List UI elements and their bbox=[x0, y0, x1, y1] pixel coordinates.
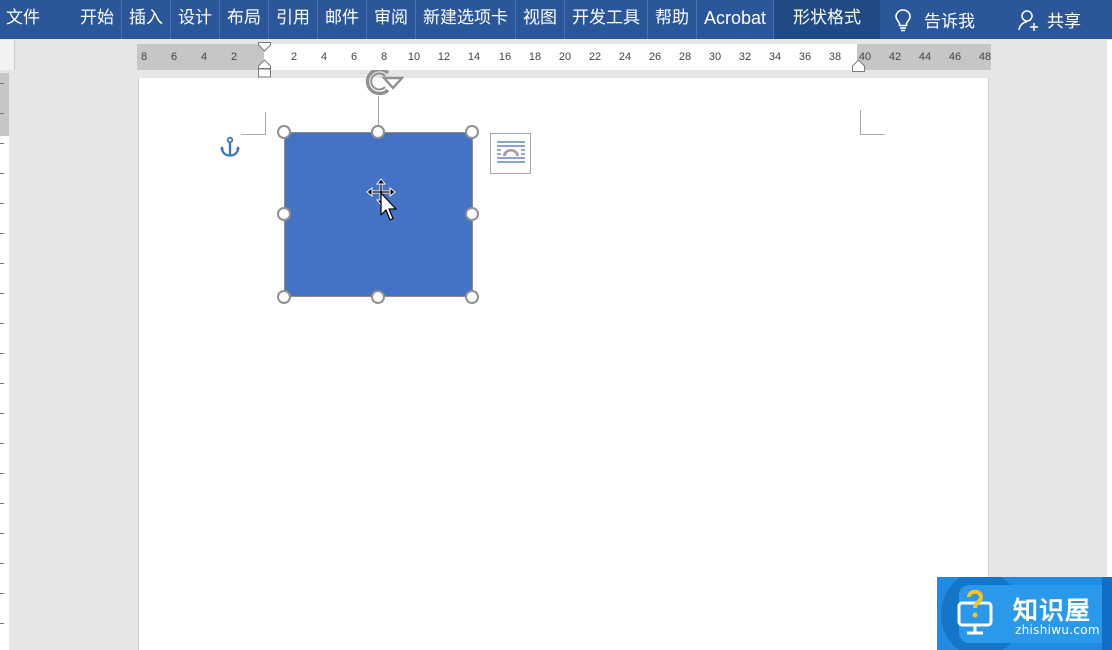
watermark-title: 知识屋 bbox=[1013, 596, 1092, 625]
share-button[interactable]: 共享 bbox=[1017, 0, 1081, 39]
ruler-tick: 26 bbox=[648, 51, 662, 63]
tab-references[interactable]: 引用 bbox=[269, 0, 318, 39]
tab-shape-format[interactable]: 形状格式 bbox=[774, 0, 881, 39]
right-indent-marker[interactable] bbox=[851, 59, 866, 73]
watermark-url: zhishiwu.com bbox=[1015, 623, 1100, 637]
tab-mailings[interactable]: 邮件 bbox=[318, 0, 367, 39]
vertical-ruler[interactable] bbox=[0, 73, 9, 650]
vertical-ruler-tick bbox=[0, 233, 4, 234]
resize-handle-bottom-left[interactable] bbox=[277, 290, 291, 304]
tab-view[interactable]: 视图 bbox=[516, 0, 565, 39]
vertical-ruler-tick bbox=[0, 413, 4, 414]
ruler-tick: 12 bbox=[437, 51, 451, 63]
ruler-tick: 42 bbox=[888, 51, 902, 63]
vertical-ruler-tick bbox=[0, 443, 4, 444]
ruler-tick: 46 bbox=[948, 51, 962, 63]
question-monitor-icon bbox=[957, 589, 993, 635]
share-label: 共享 bbox=[1047, 12, 1082, 32]
vertical-ruler-tick bbox=[0, 83, 4, 84]
layout-options-icon bbox=[497, 141, 525, 163]
ruler-tick: 32 bbox=[738, 51, 752, 63]
resize-handle-bottom[interactable] bbox=[371, 290, 385, 304]
ruler-corner-tab-selector[interactable] bbox=[0, 40, 15, 70]
layout-options-button[interactable] bbox=[490, 133, 531, 174]
ruler-tick: 8 bbox=[380, 51, 388, 63]
vertical-ruler-tick bbox=[0, 383, 4, 384]
tab-review[interactable]: 审阅 bbox=[367, 0, 416, 39]
person-add-icon bbox=[1018, 9, 1039, 31]
ruler-tick: 30 bbox=[708, 51, 722, 63]
ruler-tick: 22 bbox=[588, 51, 602, 63]
margin-crop-mark-right bbox=[860, 110, 885, 135]
ruler-tick: 20 bbox=[558, 51, 572, 63]
vertical-ruler-tick bbox=[0, 143, 4, 144]
ruler-tick: 6 bbox=[350, 51, 358, 63]
vertical-ruler-tick bbox=[0, 323, 4, 324]
tab-design[interactable]: 设计 bbox=[171, 0, 220, 39]
watermark-stripe bbox=[1102, 577, 1112, 650]
ruler-tick: 38 bbox=[828, 51, 842, 63]
ruler-tick: 24 bbox=[618, 51, 632, 63]
hanging-indent-marker[interactable] bbox=[257, 59, 272, 79]
vertical-ruler-tick bbox=[0, 473, 4, 474]
resize-handle-top[interactable] bbox=[371, 125, 385, 139]
tab-insert[interactable]: 插入 bbox=[122, 0, 171, 39]
vertical-ruler-tick bbox=[0, 113, 4, 114]
vertical-ruler-tick bbox=[0, 593, 4, 594]
ruler-tick: 34 bbox=[768, 51, 782, 63]
tab-help[interactable]: 帮助 bbox=[648, 0, 697, 39]
tab-new-tab[interactable]: 新建选项卡 bbox=[416, 0, 516, 39]
lightbulb-icon bbox=[895, 8, 911, 31]
vertical-ruler-tick bbox=[0, 533, 4, 534]
vertical-ruler-tick bbox=[0, 563, 4, 564]
ruler-tick: 18 bbox=[528, 51, 542, 63]
resize-handle-right[interactable] bbox=[465, 207, 479, 221]
tab-developer[interactable]: 开发工具 bbox=[565, 0, 648, 39]
ruler-tick: 2 bbox=[230, 51, 238, 63]
tab-acrobat[interactable]: Acrobat bbox=[697, 0, 775, 39]
ruler-tick: 48 bbox=[978, 51, 992, 63]
vertical-ruler-tick bbox=[0, 503, 4, 504]
resize-handle-top-left[interactable] bbox=[277, 125, 291, 139]
ruler-tick: 14 bbox=[467, 51, 481, 63]
vertical-ruler-tick bbox=[0, 263, 4, 264]
rotate-icon[interactable] bbox=[362, 70, 404, 98]
ruler-tick: 4 bbox=[200, 51, 208, 63]
move-cursor-icon bbox=[366, 178, 397, 221]
vertical-scrollbar[interactable] bbox=[1107, 40, 1112, 650]
vertical-ruler-tick bbox=[0, 173, 4, 174]
ruler-tick: 44 bbox=[918, 51, 932, 63]
ruler-tick: 16 bbox=[498, 51, 512, 63]
tell-me-button[interactable]: 告诉我 bbox=[894, 0, 975, 39]
resize-handle-bottom-right[interactable] bbox=[465, 290, 479, 304]
vertical-ruler-tick bbox=[0, 623, 4, 624]
ruler-tick: 10 bbox=[407, 51, 421, 63]
watermark-logo: 知识屋 zhishiwu.com bbox=[937, 577, 1112, 650]
resize-handle-top-right[interactable] bbox=[465, 125, 479, 139]
anchor-icon[interactable] bbox=[219, 136, 241, 160]
ruler-tick: 2 bbox=[290, 51, 298, 63]
vertical-ruler-tick bbox=[0, 353, 4, 354]
vertical-ruler-tick bbox=[0, 293, 4, 294]
ruler-tick: 6 bbox=[170, 51, 178, 63]
margin-crop-mark-left bbox=[241, 112, 266, 135]
tab-layout[interactable]: 布局 bbox=[220, 0, 269, 39]
document-page[interactable] bbox=[138, 78, 989, 650]
tell-me-label: 告诉我 bbox=[924, 12, 976, 32]
ribbon-tab-bar: 文件 开始 插入 设计 布局 引用 邮件 审阅 新建选项卡 视图 开发工具 帮助… bbox=[0, 0, 1112, 39]
vertical-ruler-tick bbox=[0, 203, 4, 204]
tab-home[interactable]: 开始 bbox=[73, 0, 122, 39]
ruler-tick: 4 bbox=[320, 51, 328, 63]
ruler-tick: 36 bbox=[798, 51, 812, 63]
ruler-tick: 8 bbox=[140, 51, 148, 63]
tab-file[interactable]: 文件 bbox=[0, 0, 47, 39]
resize-handle-left[interactable] bbox=[277, 207, 291, 221]
ruler-tick: 28 bbox=[678, 51, 692, 63]
